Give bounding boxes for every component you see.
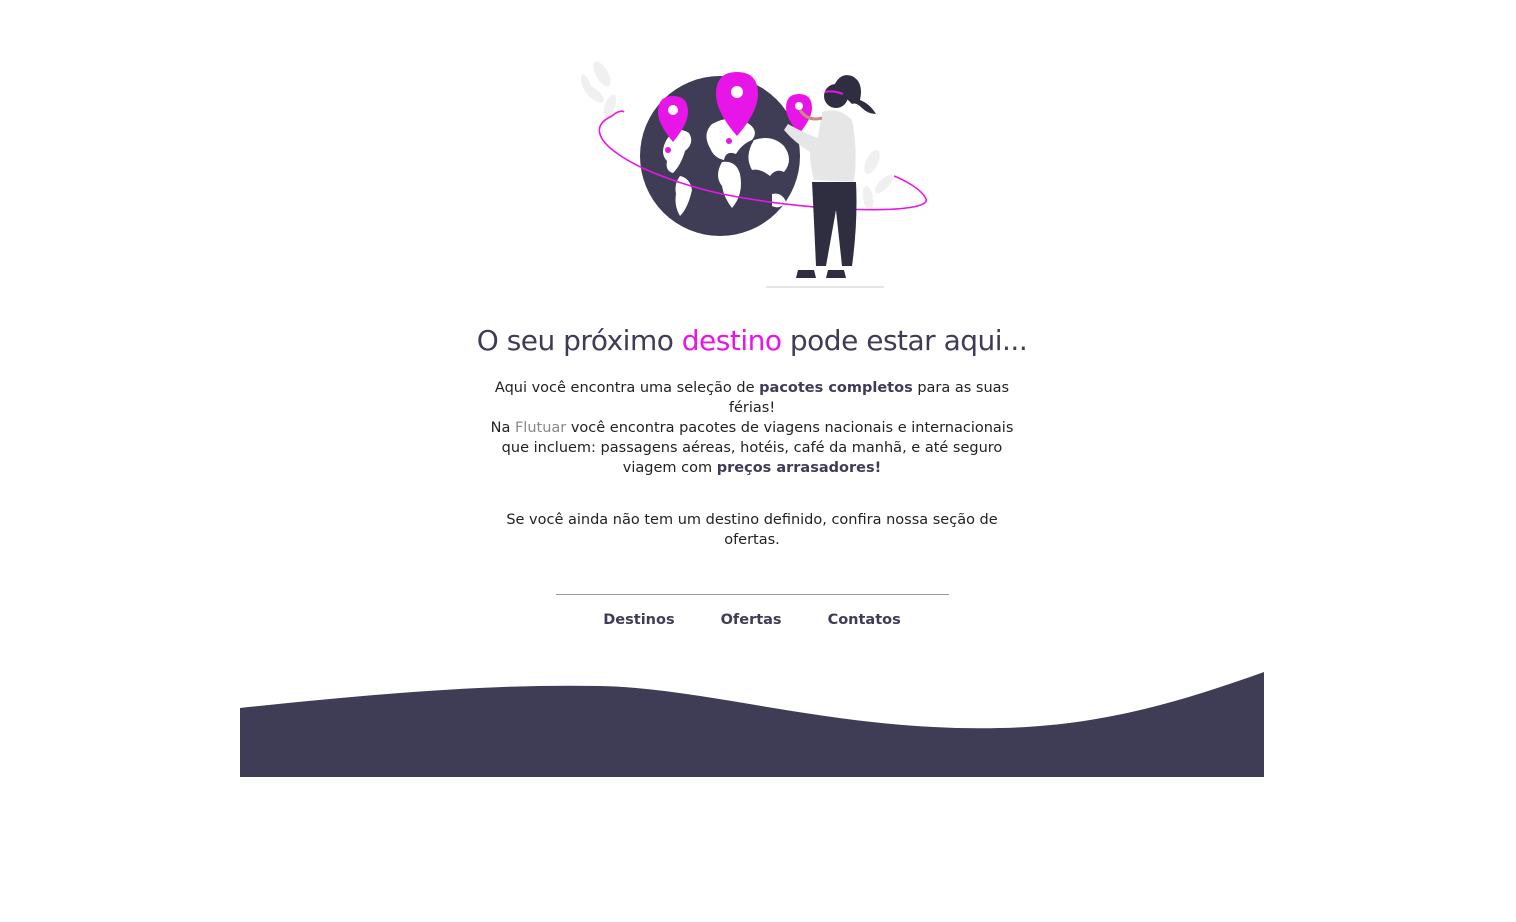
footer-nav: Destinos Ofertas Contatos <box>0 612 1504 628</box>
intro-p2-highlight: preços arrasadores! <box>716 460 882 476</box>
intro-p3-text: Se você ainda não tem um destino definid… <box>506 512 998 548</box>
page-title: O seu próximo destino pode estar aqui... <box>0 324 1504 357</box>
intro-paragraph-2: Na Flutuar você encontra pacotes de viag… <box>484 418 1020 478</box>
intro-paragraph-1: Aqui você encontra uma seleção de pacote… <box>484 378 1020 418</box>
title-suffix: pode estar aqui... <box>789 324 1028 357</box>
intro-p2-text-a: Na <box>490 420 511 436</box>
intro-p1-text-a: Aqui você encontra uma seleção de <box>494 380 755 396</box>
footer-wave <box>240 672 1264 777</box>
nav-link-ofertas[interactable]: Ofertas <box>721 612 782 628</box>
nav-divider <box>556 594 949 595</box>
brand-name: Flutuar <box>514 420 567 436</box>
intro-p1-highlight: pacotes completos <box>759 380 913 396</box>
title-accent: destino <box>681 324 782 357</box>
nav-link-contatos[interactable]: Contatos <box>828 612 901 628</box>
traveler-globe-illustration <box>580 61 927 288</box>
nav-link-destinos[interactable]: Destinos <box>603 612 674 628</box>
intro-paragraph-3: Se você ainda não tem um destino definid… <box>484 510 1020 550</box>
title-prefix: O seu próximo <box>476 324 674 357</box>
